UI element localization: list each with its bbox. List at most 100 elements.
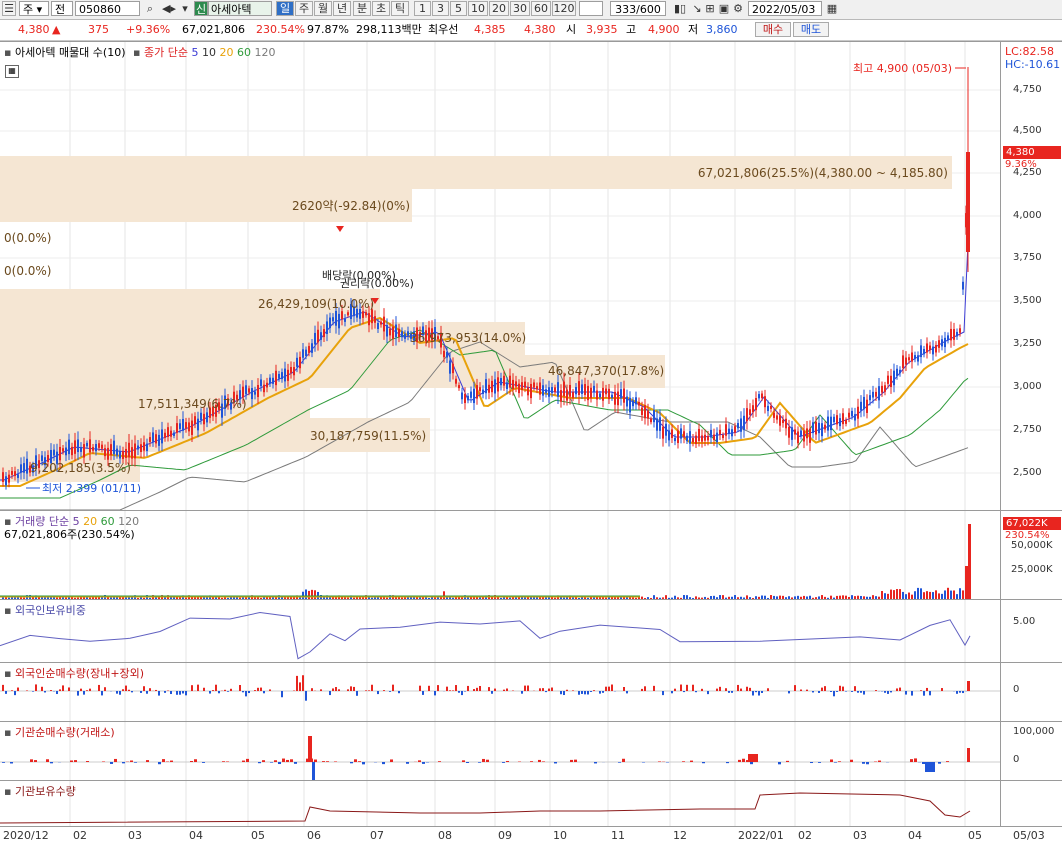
draw-icon[interactable]: ↘	[690, 2, 704, 16]
volume-bar	[917, 588, 919, 599]
inst-hold-panel[interactable]: ▪ 기관보유수량	[0, 780, 1000, 827]
sell-button[interactable]: 매도	[793, 22, 829, 37]
open-label: 시	[566, 23, 576, 37]
candle	[206, 412, 208, 422]
foreign-net-bar	[860, 691, 862, 693]
candlestick-chart[interactable]: 67,021,806(25.5%)(4,380.00 ~ 4,185.80)26…	[0, 42, 1000, 511]
volume-bar	[890, 590, 892, 599]
foreign-net-bar	[476, 688, 478, 691]
volume-bar	[443, 591, 445, 599]
candle	[806, 428, 808, 438]
volume-chart[interactable]	[0, 511, 1000, 600]
period-month[interactable]: 월	[314, 1, 332, 16]
candle	[581, 384, 583, 394]
foreign-net-bar	[839, 686, 841, 691]
foreign-net-bar	[824, 686, 826, 691]
candle	[608, 389, 610, 399]
candle	[107, 448, 109, 460]
candle	[863, 397, 865, 409]
foreign-net-panel[interactable]: ▪ 외국인순매수량(장내+장외)	[0, 662, 1000, 722]
search-icon[interactable]: ⌕	[143, 2, 157, 16]
interval-60[interactable]: 60	[531, 1, 551, 16]
bars-icon[interactable]: ▮▯	[672, 2, 688, 16]
date-field[interactable]: 2022/05/03	[748, 1, 822, 16]
inst-net-bar	[34, 760, 37, 762]
inst-net-bar	[910, 759, 913, 762]
inst-net-bar	[750, 762, 753, 764]
interval-120[interactable]: 120	[552, 1, 576, 16]
period-week[interactable]: 주	[295, 1, 313, 16]
candle	[665, 424, 667, 436]
gear-icon[interactable]: ⚙	[732, 2, 744, 16]
foreign-net-bar	[452, 690, 454, 691]
inst-net-bar	[130, 761, 133, 762]
inst-net-bar	[418, 760, 421, 762]
foreign-net-bar	[422, 691, 424, 695]
price-tick: 2,500	[1013, 467, 1042, 478]
market-select[interactable]: 주 ▾	[19, 1, 49, 16]
interval-1[interactable]: 1	[414, 1, 431, 16]
foreign-net-bar	[905, 691, 907, 695]
inst-net-bar	[326, 761, 329, 762]
foreign-net-bar	[98, 685, 100, 691]
inst-net-bar	[478, 762, 481, 763]
foreign-net-bar	[101, 691, 103, 695]
inst-net-bar	[878, 761, 881, 762]
candle	[296, 358, 298, 367]
candle	[497, 377, 499, 391]
candle	[116, 449, 118, 456]
foreign-hold-panel[interactable]: ▪ 외국인보유비중	[0, 599, 1000, 663]
foreign-net-bar	[653, 686, 655, 691]
save-icon[interactable]: ▣	[718, 2, 730, 16]
candle	[569, 385, 571, 397]
interval-20[interactable]: 20	[489, 1, 509, 16]
period-year[interactable]: 년	[333, 1, 351, 16]
candle	[908, 357, 910, 360]
interval-5[interactable]: 5	[450, 1, 467, 16]
inst-net-panel[interactable]: ▪ 기관순매수량(거래소)	[0, 721, 1000, 781]
foreign-net-bar	[446, 687, 448, 691]
sound-icon[interactable]: ◀▸	[160, 2, 178, 16]
period-tick[interactable]: 틱	[391, 1, 409, 16]
interval-3[interactable]: 3	[432, 1, 449, 16]
foreign-hold-chart[interactable]	[0, 600, 1000, 663]
hc-label: HC:-10.61	[1005, 58, 1060, 71]
buy-button[interactable]: 매수	[755, 22, 791, 37]
stock-name-field[interactable]: 아세아텍	[208, 1, 272, 16]
foreign-net-bar	[602, 691, 604, 693]
period-day[interactable]: 일	[276, 1, 294, 16]
count-field[interactable]: 333/600	[610, 1, 666, 16]
interval-30[interactable]: 30	[510, 1, 530, 16]
dropdown-icon[interactable]: ▾	[180, 2, 190, 16]
grid-toggle-icon[interactable]: ▦	[5, 65, 19, 78]
zoom-icon[interactable]: ⊞	[704, 2, 716, 16]
code-input[interactable]: 050860	[75, 1, 140, 16]
current-price: 4,380	[18, 23, 50, 37]
prev-select[interactable]: 전	[51, 1, 73, 16]
window-menu-icon[interactable]: ☰	[2, 1, 16, 16]
volume-panel[interactable]: ▪ 거래량 단순 5 20 60 120 67,021,806주(230.54%…	[0, 510, 1000, 600]
foreign-net-chart[interactable]	[0, 663, 1000, 722]
candle	[722, 435, 724, 438]
custom-interval-input[interactable]	[579, 1, 603, 16]
foreign-net-bar	[479, 686, 481, 691]
foreign-net-bar	[170, 691, 172, 694]
interval-10[interactable]: 10	[468, 1, 488, 16]
foreign-net-axis: 0	[1000, 662, 1062, 721]
inst-hold-chart[interactable]	[0, 781, 1000, 827]
inst-net-bar	[967, 748, 970, 762]
period-minute[interactable]: 분	[353, 1, 371, 16]
candle	[263, 385, 265, 392]
inst-net-chart[interactable]	[0, 722, 1000, 781]
period-second[interactable]: 초	[372, 1, 390, 16]
candle	[140, 444, 142, 452]
candle	[578, 381, 580, 395]
volume-profile-label: 17,511,349(6.7%)	[138, 397, 247, 411]
price-tick: 3,500	[1013, 295, 1042, 306]
calendar-icon[interactable]: ▦	[826, 2, 838, 16]
candle	[23, 463, 25, 473]
candle	[362, 311, 364, 318]
price-chart-panel[interactable]: 67,021,806(25.5%)(4,380.00 ~ 4,185.80)26…	[0, 41, 1000, 511]
candle	[5, 476, 7, 485]
volume-profile-label: 26,429,109(10.0%)	[258, 297, 374, 311]
